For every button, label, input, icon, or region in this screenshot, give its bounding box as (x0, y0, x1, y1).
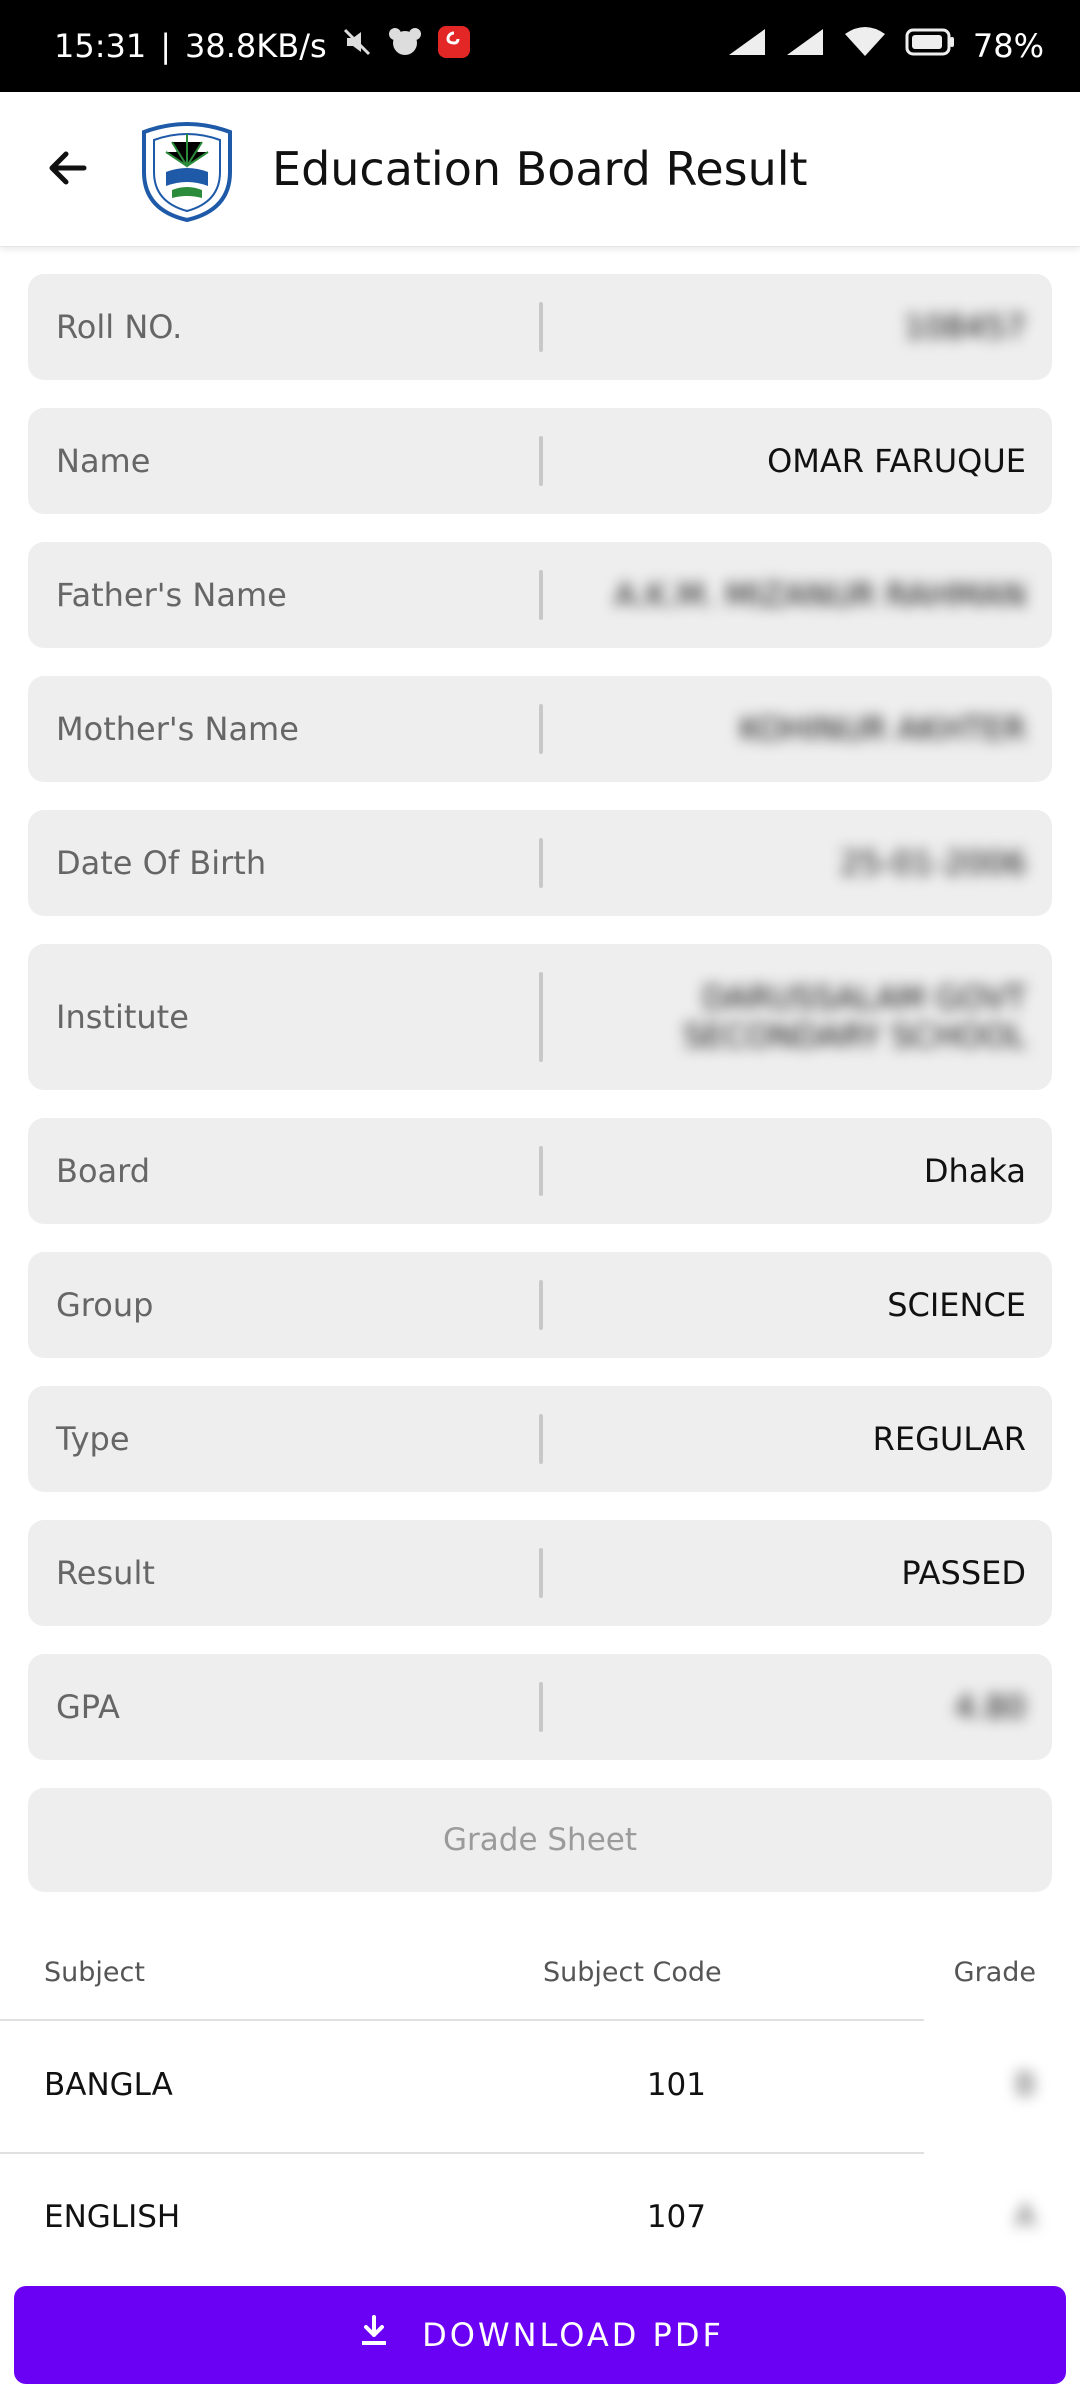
status-left: 15:31 | 38.8KB/s (54, 0, 471, 92)
column-subject-code: Subject Code (543, 1956, 722, 1988)
signal-icon-2 (785, 27, 825, 65)
subject-code: 107 (646, 2199, 706, 2235)
field-divider (539, 1548, 543, 1598)
page-title: Education Board Result (272, 142, 808, 196)
field-divider (539, 838, 543, 888)
field-value: REGULAR (872, 1420, 1026, 1458)
field-value: A.K.M. MIZANUR RAHMAN (614, 576, 1026, 614)
field-value: 108457 (903, 308, 1026, 346)
app-bar: Education Board Result (0, 92, 1080, 247)
field-value: OMAR FARUQUE (767, 442, 1026, 480)
column-subject: Subject (44, 1956, 145, 1988)
field-value: Dhaka (923, 1152, 1026, 1190)
grade-table-header: Subject Subject Code Grade (0, 1924, 1080, 2020)
field-divider (539, 1280, 543, 1330)
subject-name: ENGLISH (44, 2199, 181, 2235)
battery-percent: 78% (972, 27, 1044, 65)
field-divider (539, 972, 543, 1062)
status-separator: | (160, 27, 171, 65)
mute-icon (341, 26, 373, 66)
field-label: Board (56, 1152, 151, 1190)
field-label: Group (56, 1286, 154, 1324)
field-divider (539, 1146, 543, 1196)
field-fathers-name: Father's Name A.K.M. MIZANUR RAHMAN (28, 542, 1052, 648)
field-divider (539, 704, 543, 754)
field-label: Type (56, 1420, 130, 1458)
grade-sheet-heading: Grade Sheet (28, 1788, 1052, 1892)
field-institute: Institute DARUSSALAM GOVT SECONDARY SCHO… (28, 944, 1052, 1090)
airtel-icon (437, 25, 471, 67)
subject-grade: B (1014, 2067, 1036, 2103)
subject-grade: A (1014, 2199, 1036, 2235)
field-date-of-birth: Date Of Birth 25-01-2006 (28, 810, 1052, 916)
field-name: Name OMAR FARUQUE (28, 408, 1052, 514)
field-divider (539, 570, 543, 620)
field-roll-no: Roll NO. 108457 (28, 274, 1052, 380)
field-label: Name (56, 442, 151, 480)
field-label: Mother's Name (56, 710, 299, 748)
status-time: 15:31 (54, 27, 147, 65)
education-board-logo (132, 114, 242, 224)
signal-icon (727, 27, 767, 65)
download-pdf-button[interactable]: DOWNLOAD PDF (14, 2286, 1066, 2384)
field-result: Result PASSED (28, 1520, 1052, 1626)
status-bar: 15:31 | 38.8KB/s 78% (0, 0, 1080, 92)
result-details: Roll NO. 108457 Name OMAR FARUQUE Father… (28, 274, 1052, 1892)
field-type: Type REGULAR (28, 1386, 1052, 1492)
wifi-icon (843, 26, 887, 66)
field-divider (539, 1414, 543, 1464)
field-mothers-name: Mother's Name KOHINUR AKHTER (28, 676, 1052, 782)
battery-icon (905, 27, 955, 65)
result-status: PASSED (901, 1554, 1026, 1592)
column-grade: Grade (953, 1956, 1036, 1988)
field-divider (539, 436, 543, 486)
status-network-speed: 38.8KB/s (185, 27, 327, 65)
subject-code: 101 (646, 2067, 706, 2103)
download-pdf-label: DOWNLOAD PDF (422, 2316, 724, 2354)
field-label: GPA (56, 1688, 120, 1726)
status-right: 78% (727, 0, 1044, 92)
field-board: Board Dhaka (28, 1118, 1052, 1224)
field-label: Result (56, 1554, 155, 1592)
field-value: SCIENCE (887, 1286, 1026, 1324)
field-divider (539, 302, 543, 352)
gpa-value: 4.80 (954, 1688, 1026, 1726)
field-label: Date Of Birth (56, 844, 267, 882)
field-value: DARUSSALAM GOVT SECONDARY SCHOOL (683, 979, 1026, 1055)
field-value: KOHINUR AKHTER (739, 710, 1026, 748)
field-label: Institute (56, 998, 189, 1036)
field-gpa: GPA 4.80 (28, 1654, 1052, 1760)
back-arrow-icon[interactable] (44, 144, 92, 192)
field-label: Roll NO. (56, 308, 183, 346)
field-group: Group SCIENCE (28, 1252, 1052, 1358)
app-notification-icon (387, 26, 423, 66)
download-icon (356, 2313, 392, 2357)
table-row: ENGLISH 107 A (0, 2152, 1080, 2282)
field-value: 25-01-2006 (840, 844, 1026, 882)
field-divider (539, 1682, 543, 1732)
table-row: BANGLA 101 B (0, 2020, 1080, 2150)
field-label: Father's Name (56, 576, 287, 614)
subject-name: BANGLA (44, 2067, 173, 2103)
